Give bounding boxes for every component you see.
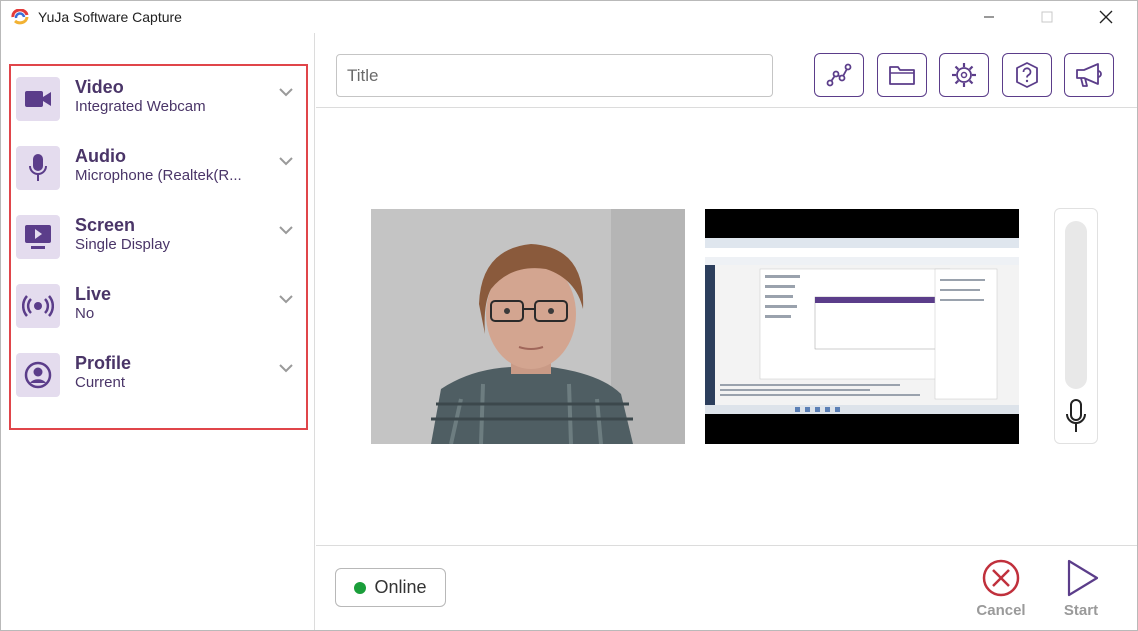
sidebar-item-audio[interactable]: Audio Microphone (Realtek(R... — [13, 146, 301, 206]
sidebar-item-value: Single Display — [75, 236, 171, 253]
close-button[interactable] — [1083, 1, 1129, 33]
app-window: YuJa Software Capture Video Integrated W… — [0, 0, 1138, 631]
online-status-button[interactable]: Online — [335, 568, 446, 607]
settings-button[interactable] — [939, 53, 989, 97]
audio-level-meter — [1054, 208, 1098, 444]
preview-area — [316, 109, 1137, 544]
cancel-label: Cancel — [976, 602, 1026, 619]
chevron-down-icon[interactable] — [278, 156, 294, 166]
chevron-down-icon[interactable] — [278, 87, 294, 97]
microphone-icon — [1066, 399, 1086, 432]
screen-capture-image — [705, 209, 1019, 444]
sidebar-item-video[interactable]: Video Integrated Webcam — [13, 77, 301, 137]
audio-level-track — [1065, 221, 1087, 389]
analytics-button[interactable] — [814, 53, 864, 97]
play-icon — [1067, 559, 1099, 597]
status-dot-icon — [354, 581, 367, 594]
sidebar-item-value: Current — [75, 374, 126, 391]
chevron-down-icon[interactable] — [278, 294, 294, 304]
close-icon — [1099, 10, 1113, 24]
maximize-button[interactable] — [1024, 1, 1070, 33]
sidebar-item-live[interactable]: Live No — [13, 284, 301, 344]
sidebar-item-label: Video — [75, 77, 124, 97]
sidebar-item-value: Microphone (Realtek(R... — [75, 167, 242, 184]
video-camera-icon — [16, 77, 60, 121]
top-toolbar — [316, 33, 1137, 108]
bottom-bar: Online Cancel Start — [316, 545, 1137, 630]
title-input[interactable] — [336, 54, 773, 97]
sidebar-item-screen[interactable]: Screen Single Display — [13, 215, 301, 275]
folder-icon — [889, 66, 915, 85]
sidebar-item-label: Audio — [75, 146, 126, 166]
minimize-button[interactable] — [966, 1, 1012, 33]
monitor-play-icon — [16, 215, 60, 259]
announcement-button[interactable] — [1064, 53, 1114, 97]
start-button[interactable]: Start — [1046, 558, 1116, 624]
sidebar-item-profile[interactable]: Profile Current — [13, 353, 301, 413]
settings-icon — [952, 63, 976, 87]
megaphone-icon — [1076, 63, 1102, 87]
sidebar-item-value: Integrated Webcam — [75, 98, 206, 115]
user-circle-icon — [16, 353, 60, 397]
source-sidebar: Video Integrated Webcam Audio Microphone… — [1, 33, 315, 630]
chevron-down-icon[interactable] — [278, 363, 294, 373]
microphone-icon — [16, 146, 60, 190]
maximize-icon — [1041, 11, 1053, 23]
cancel-button[interactable]: Cancel — [966, 558, 1036, 624]
sidebar-item-label: Live — [75, 284, 112, 304]
minimize-icon — [984, 16, 994, 18]
webcam-preview[interactable] — [371, 209, 685, 444]
sidebar-item-label: Profile — [75, 353, 132, 373]
yuja-logo-icon — [11, 9, 29, 25]
help-button[interactable] — [1002, 53, 1052, 97]
start-label: Start — [1063, 602, 1099, 619]
broadcast-icon — [16, 284, 60, 328]
screen-preview[interactable] — [705, 209, 1019, 444]
webcam-person-image — [371, 209, 685, 444]
sidebar-item-value: No — [75, 305, 95, 322]
graph-icon — [826, 63, 852, 87]
help-icon — [1016, 62, 1038, 88]
window-title: YuJa Software Capture — [38, 9, 182, 25]
cancel-icon — [982, 559, 1020, 597]
sidebar-item-label: Screen — [75, 215, 136, 235]
title-bar: YuJa Software Capture — [1, 1, 1137, 33]
folder-button[interactable] — [877, 53, 927, 97]
chevron-down-icon[interactable] — [278, 225, 294, 235]
status-label: Online — [374, 577, 427, 597]
